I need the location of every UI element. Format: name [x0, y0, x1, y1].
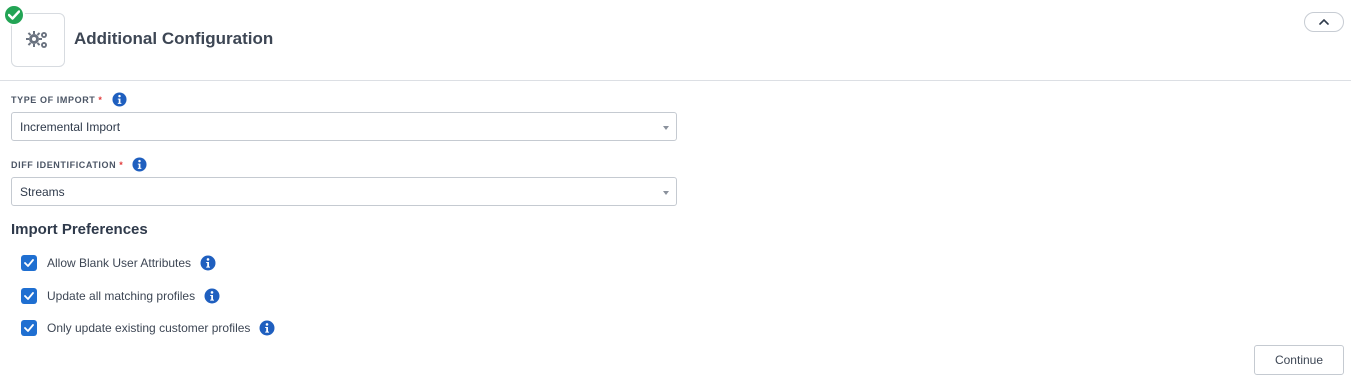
only-update-existing-option[interactable]: Only update existing customer profiles	[21, 320, 275, 336]
checkbox-checked[interactable]	[21, 288, 37, 304]
required-marker: *	[119, 159, 124, 170]
info-icon[interactable]	[111, 92, 127, 107]
collapse-button[interactable]	[1304, 12, 1344, 32]
caret-down-icon	[663, 191, 669, 195]
info-icon[interactable]	[259, 320, 275, 336]
diff-identification-label-text: DIFF IDENTIFICATION	[11, 159, 117, 170]
diff-identification-value: Streams	[20, 184, 65, 199]
checkbox-checked[interactable]	[21, 320, 37, 336]
check-icon	[24, 292, 34, 300]
info-icon[interactable]	[200, 255, 216, 271]
checkbox-label: Only update existing customer profiles	[47, 321, 251, 335]
caret-down-icon	[663, 126, 669, 130]
additional-configuration-panel: Additional Configuration TYPE OF IMPORT …	[0, 0, 1351, 388]
page-title: Additional Configuration	[74, 29, 274, 48]
update-matching-profiles-option[interactable]: Update all matching profiles	[21, 288, 220, 304]
type-of-import-value: Incremental Import	[20, 119, 121, 134]
info-icon[interactable]	[132, 157, 147, 172]
check-icon	[24, 259, 34, 267]
type-of-import-label-text: TYPE OF IMPORT	[11, 94, 96, 105]
chevron-up-icon	[1319, 19, 1329, 25]
required-marker: *	[98, 94, 103, 105]
info-icon[interactable]	[204, 288, 220, 304]
type-of-import-label: TYPE OF IMPORT *	[11, 92, 127, 107]
continue-button[interactable]: Continue	[1254, 345, 1344, 375]
success-check-icon	[3, 4, 25, 26]
panel-header: Additional Configuration	[0, 0, 1351, 81]
diff-identification-label: DIFF IDENTIFICATION *	[11, 157, 147, 172]
type-of-import-select[interactable]: Incremental Import	[11, 112, 677, 141]
gears-icon	[26, 31, 47, 48]
checkbox-label: Update all matching profiles	[47, 289, 196, 303]
diff-identification-select[interactable]: Streams	[11, 177, 677, 206]
import-preferences-title: Import Preferences	[11, 221, 148, 238]
checkbox-label: Allow Blank User Attributes	[47, 256, 192, 270]
check-icon	[24, 324, 34, 332]
allow-blank-attributes-option[interactable]: Allow Blank User Attributes	[21, 255, 216, 271]
checkbox-checked[interactable]	[21, 255, 37, 271]
